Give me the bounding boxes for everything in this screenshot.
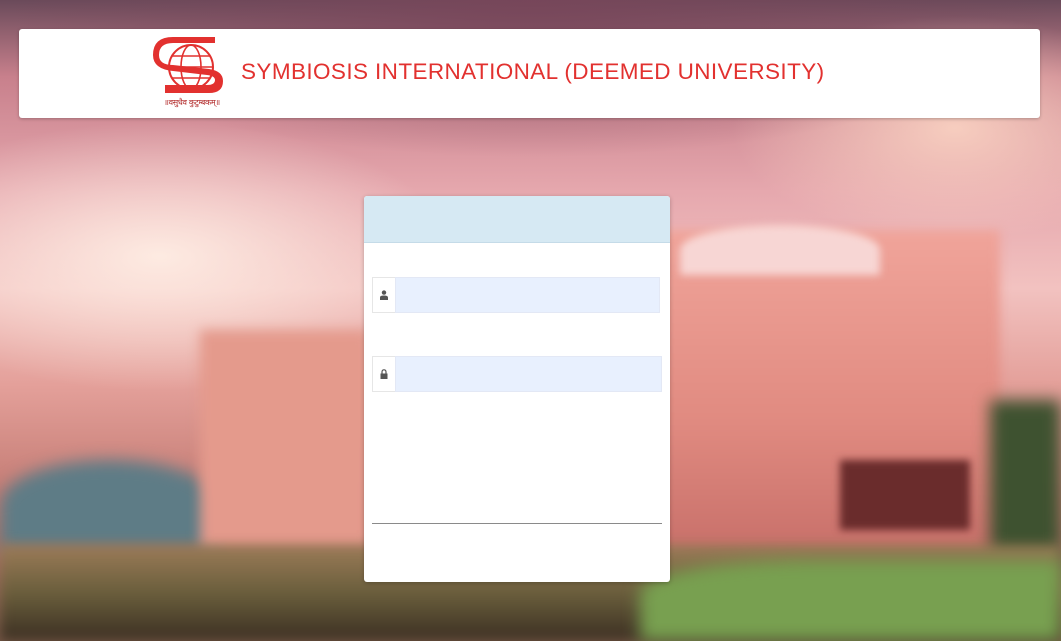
background-lawn xyxy=(640,560,1061,641)
background-hills xyxy=(0,460,220,550)
username-input[interactable] xyxy=(395,277,660,313)
background-trees xyxy=(990,400,1061,580)
lock-icon xyxy=(372,356,395,392)
password-group xyxy=(372,356,662,392)
background-building-right xyxy=(640,230,1000,550)
background-window xyxy=(840,460,970,530)
username-group xyxy=(372,277,660,313)
password-input[interactable] xyxy=(395,356,662,392)
background-building-left xyxy=(200,330,370,550)
header-banner: ॥वसुधैव कुटुम्बकम्॥ SYMBIOSIS INTERNATIO… xyxy=(19,29,1040,118)
user-icon xyxy=(372,277,395,313)
university-name: SYMBIOSIS INTERNATIONAL (DEEMED UNIVERSI… xyxy=(241,59,825,84)
university-motto: ॥वसुधैव कुटुम्बकम्॥ xyxy=(164,98,220,107)
login-panel xyxy=(364,196,670,582)
background-arch xyxy=(680,225,880,275)
symbiosis-emblem-icon xyxy=(153,37,223,93)
login-panel-header xyxy=(364,196,670,243)
panel-divider xyxy=(372,523,662,524)
university-logo: ॥वसुधैव कुटुम्बकम्॥ xyxy=(151,37,233,109)
